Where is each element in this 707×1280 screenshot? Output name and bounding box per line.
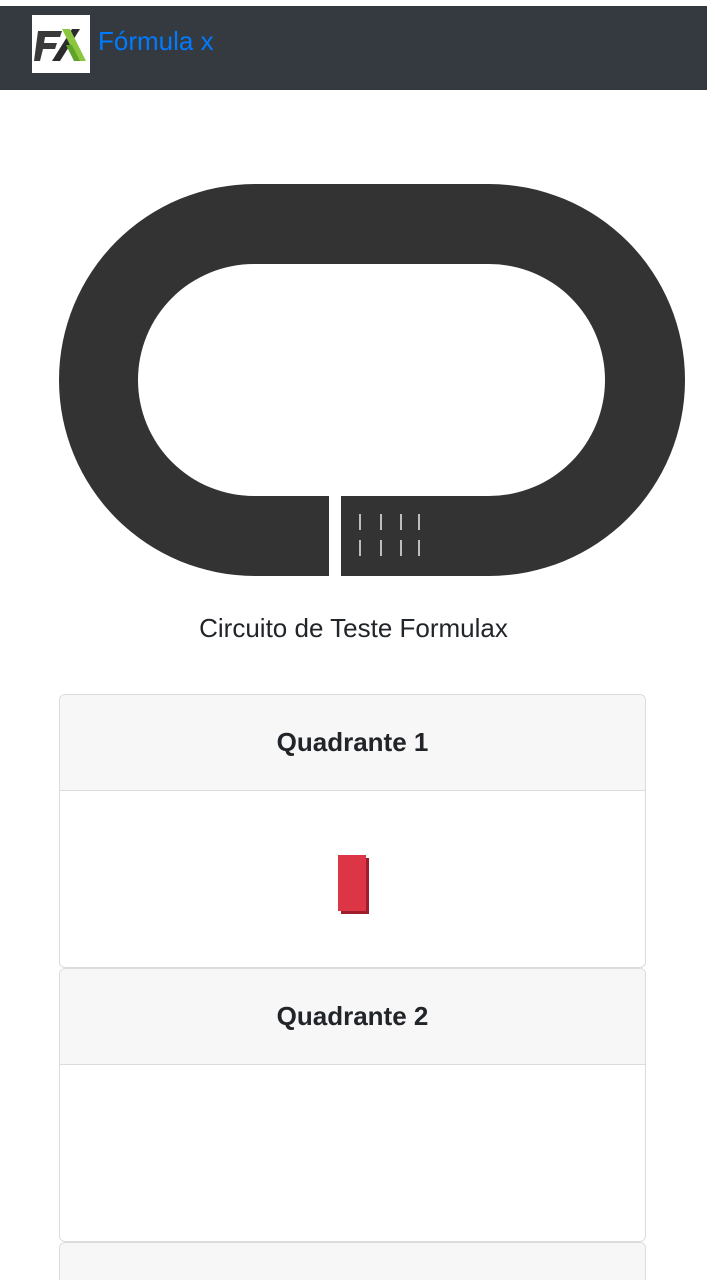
quadrant-title: Quadrante 1 <box>276 727 429 757</box>
quadrant-header <box>60 1243 645 1280</box>
quadrant-card-3 <box>59 1242 646 1280</box>
quadrant-body <box>60 1065 645 1241</box>
quadrant-body <box>60 791 645 967</box>
navbar-brand-link[interactable]: Fórmula x <box>32 13 214 75</box>
quadrant-card-2: Quadrante 2 <box>59 968 646 1242</box>
track-caption: Circuito de Teste Formulax <box>199 613 508 643</box>
quadrant-header: Quadrante 1 <box>60 695 645 791</box>
navbar: Fórmula x <box>0 6 707 90</box>
fx-logo-icon <box>32 15 90 73</box>
quadrant-title: Quadrante 2 <box>276 1001 429 1031</box>
car-marker <box>338 855 366 911</box>
page: Fórmula x Circuito de Teste Formulax Qua… <box>0 0 707 1280</box>
brand-title: Fórmula x <box>98 26 214 56</box>
quadrant-card-1: Quadrante 1 <box>59 694 646 968</box>
quadrant-header: Quadrante 2 <box>60 969 645 1065</box>
circuit-track-image <box>59 184 685 576</box>
